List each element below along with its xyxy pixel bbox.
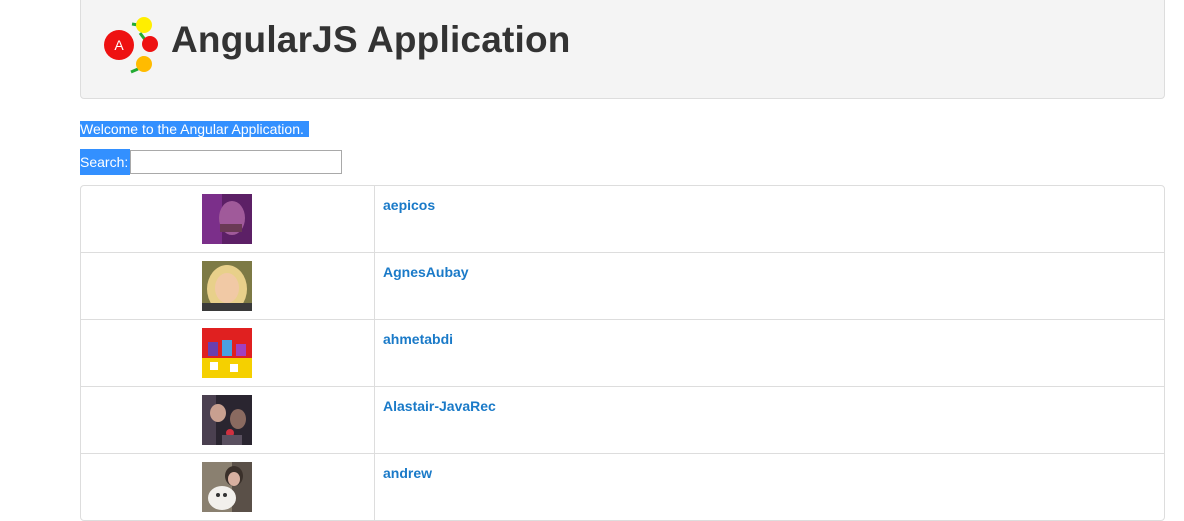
page-title: AngularJS Application [171,19,571,60]
user-link[interactable]: AgnesAubay [383,264,469,280]
avatar-cell [81,387,375,453]
avatar [202,194,252,244]
avatar [202,395,252,445]
avatar-cell [81,253,375,319]
username-cell: aepicos [375,186,1164,252]
user-link[interactable]: Alastair-JavaRec [383,398,496,414]
search-label: Search: [80,149,131,175]
page-header: A AngularJS Application [80,0,1165,99]
logo-letter: A [114,37,124,53]
username-cell: ahmetabdi [375,320,1164,386]
username-cell: Alastair-JavaRec [375,387,1164,453]
user-link[interactable]: andrew [383,465,432,481]
table-row: ahmetabdi [81,320,1164,387]
table-row: Alastair-JavaRec [81,387,1164,454]
avatar [202,328,252,378]
avatar [202,261,252,311]
search-input[interactable] [130,150,343,174]
avatar-cell [81,454,375,520]
avatar-cell [81,186,375,252]
search-bar: Search: [80,149,343,175]
user-link[interactable]: ahmetabdi [383,331,453,347]
table-row: aepicos [81,186,1164,253]
username-cell: AgnesAubay [375,253,1164,319]
avatar-cell [81,320,375,386]
table-row: AgnesAubay [81,253,1164,320]
username-cell: andrew [375,454,1164,520]
avatar [202,462,252,512]
table-row: andrew [81,454,1164,520]
user-link[interactable]: aepicos [383,197,435,213]
users-table: aepicos AgnesAubay ahmetabdi Alastair-Ja… [80,185,1165,521]
angularjs-logo-icon: A [104,17,158,74]
welcome-message: Welcome to the Angular Application. [80,121,309,137]
